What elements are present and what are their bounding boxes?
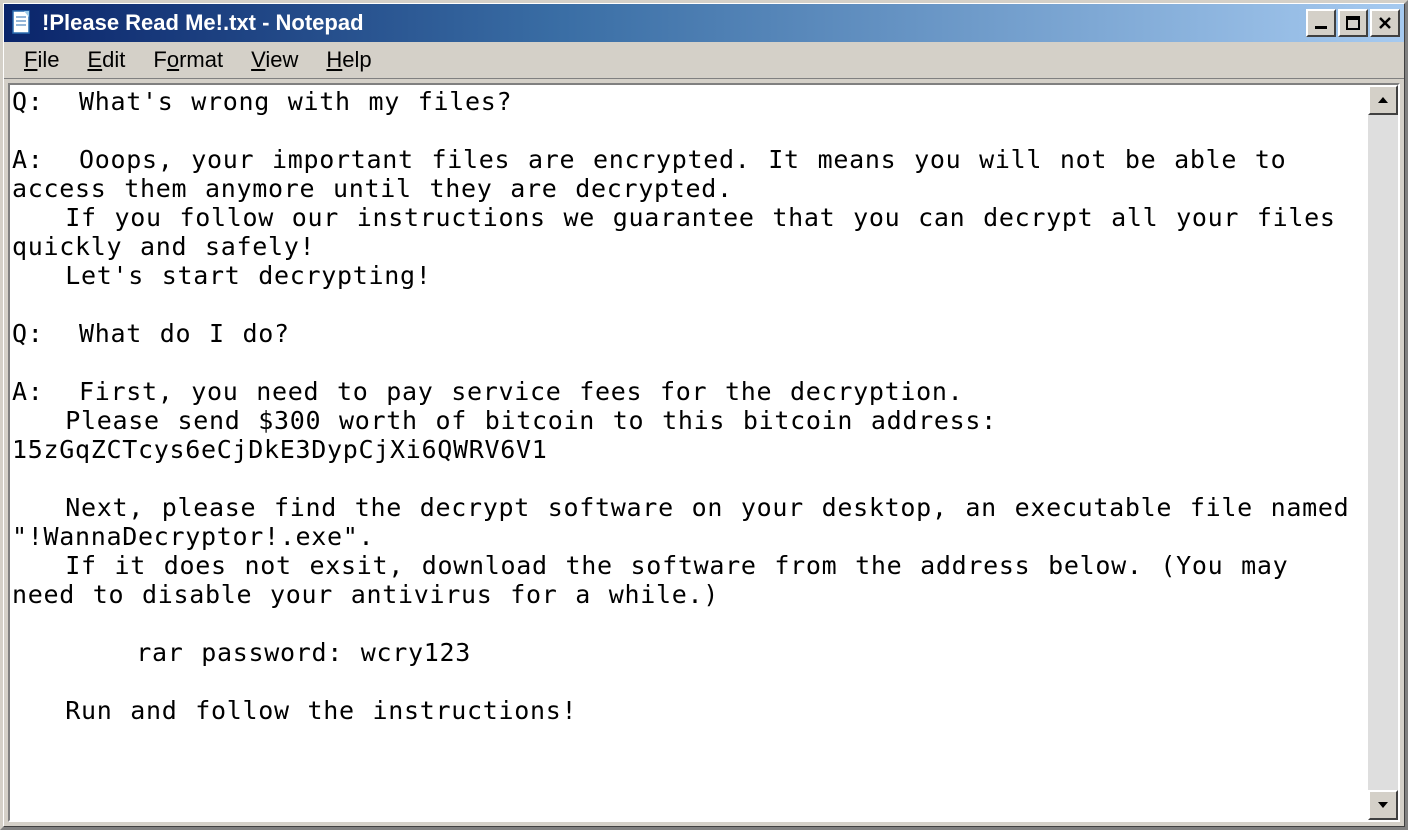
window-inner: !Please Read Me!.txt - Notepad File Edit… <box>3 3 1405 827</box>
maximize-icon <box>1346 16 1360 30</box>
menu-edit[interactable]: Edit <box>73 45 139 75</box>
close-button[interactable] <box>1370 9 1400 37</box>
menu-file[interactable]: File <box>10 45 73 75</box>
close-icon <box>1378 16 1392 30</box>
notepad-icon <box>10 9 34 37</box>
menu-format[interactable]: Format <box>139 45 237 75</box>
chevron-down-icon <box>1377 799 1389 811</box>
window-controls <box>1306 9 1400 37</box>
text-content[interactable]: Q: What's wrong with my files? A: Ooops,… <box>10 85 1368 820</box>
chevron-up-icon <box>1377 94 1389 106</box>
menu-view[interactable]: View <box>237 45 312 75</box>
menubar: File Edit Format View Help <box>4 42 1404 79</box>
client-area: Q: What's wrong with my files? A: Ooops,… <box>8 83 1400 822</box>
minimize-button[interactable] <box>1306 9 1336 37</box>
menu-help[interactable]: Help <box>312 45 385 75</box>
window-title: !Please Read Me!.txt - Notepad <box>42 10 1306 36</box>
scroll-down-button[interactable] <box>1368 790 1398 820</box>
minimize-icon <box>1314 16 1328 30</box>
notepad-window: !Please Read Me!.txt - Notepad File Edit… <box>0 0 1408 830</box>
scroll-up-button[interactable] <box>1368 85 1398 115</box>
maximize-button[interactable] <box>1338 9 1368 37</box>
vertical-scrollbar[interactable] <box>1368 85 1398 820</box>
titlebar[interactable]: !Please Read Me!.txt - Notepad <box>4 4 1404 42</box>
